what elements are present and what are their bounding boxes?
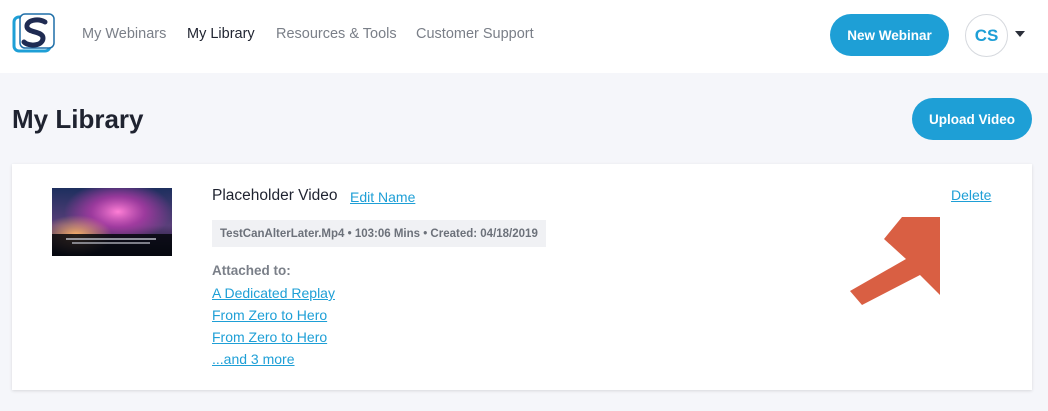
video-card: Placeholder Video Edit Name Delete TestC… [12,164,1032,390]
video-title: Placeholder Video [212,187,338,204]
video-meta: TestCanAlterLater.Mp4 • 103:06 Mins • Cr… [212,220,546,247]
nav-my-library[interactable]: My Library [187,25,255,43]
nav-my-webinars[interactable]: My Webinars [82,25,166,43]
caret-down-icon[interactable] [1015,31,1025,37]
attached-more-link[interactable]: ...and 3 more [212,351,295,367]
video-thumbnail[interactable] [52,188,172,256]
delete-link[interactable]: Delete [951,187,991,203]
edit-name-link[interactable]: Edit Name [350,189,415,205]
avatar[interactable]: CS [965,14,1008,57]
upload-video-button[interactable]: Upload Video [912,98,1032,140]
nav-resources-tools[interactable]: Resources & Tools [276,25,397,43]
nav-customer-support[interactable]: Customer Support [416,25,534,43]
s-logo-icon[interactable] [12,13,57,55]
attached-link-zero-to-hero[interactable]: From Zero to Hero [212,307,327,323]
page-title: My Library [12,104,144,134]
top-navigation-bar: My Webinars My Library Resources & Tools… [0,0,1048,73]
attached-link-dedicated-replay[interactable]: A Dedicated Replay [212,285,335,301]
attached-to-label: Attached to: [212,263,291,278]
attached-link-zero-to-hero-2[interactable]: From Zero to Hero [212,329,327,345]
arrow-up-right-icon [842,209,952,309]
new-webinar-button[interactable]: New Webinar [830,14,949,56]
